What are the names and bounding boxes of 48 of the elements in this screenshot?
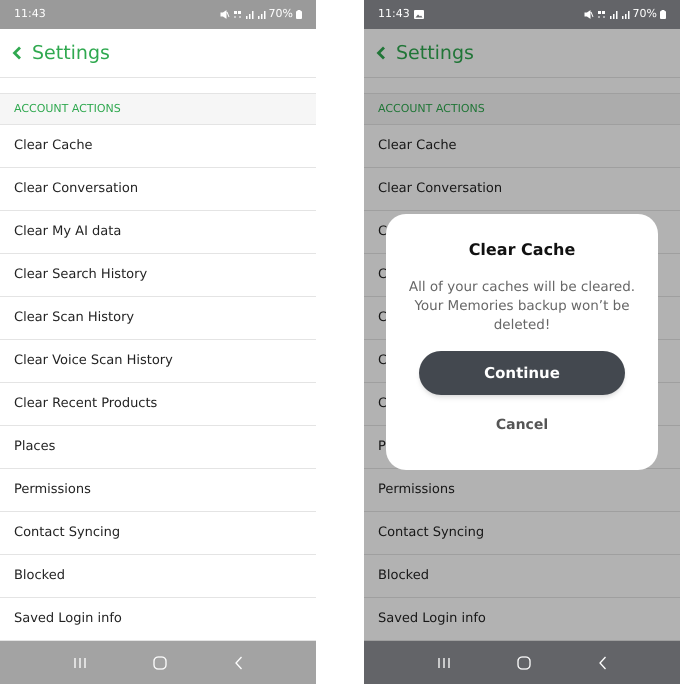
recent-apps-icon[interactable] <box>73 656 88 668</box>
settings-item[interactable]: Permissions <box>0 469 316 512</box>
home-icon[interactable] <box>153 656 168 670</box>
cancel-button[interactable]: Cancel <box>496 415 548 436</box>
network-icon <box>596 10 606 19</box>
network-icon <box>232 10 242 19</box>
settings-item[interactable]: Blocked <box>0 555 316 598</box>
back-button[interactable] <box>12 46 22 60</box>
page-title: Settings <box>32 40 110 66</box>
mute-icon <box>220 10 230 19</box>
settings-item[interactable]: Contact Syncing <box>0 512 316 555</box>
battery-level: 70% <box>632 6 657 22</box>
home-icon[interactable] <box>517 656 532 670</box>
back-icon <box>12 46 22 60</box>
settings-item[interactable]: Clear Scan History <box>0 297 316 340</box>
mute-icon <box>584 10 594 19</box>
settings-item[interactable]: Places <box>0 426 316 469</box>
image-icon <box>414 10 424 19</box>
settings-item[interactable]: Clear Conversation <box>0 168 316 211</box>
continue-button[interactable]: Continue <box>419 351 625 395</box>
section-title: ACCOUNT ACTIONS <box>378 100 485 117</box>
back-icon[interactable] <box>598 656 607 670</box>
settings-item[interactable]: Clear My AI data <box>0 211 316 254</box>
section-title: ACCOUNT ACTIONS <box>14 100 121 117</box>
settings-item[interactable]: Clear Cache <box>364 125 680 168</box>
settings-item[interactable]: Clear Voice Scan History <box>0 340 316 383</box>
signal-icon <box>256 10 266 19</box>
back-button[interactable] <box>376 46 386 60</box>
status-time: 11:43 <box>14 6 46 22</box>
settings-item[interactable]: Clear Search History <box>0 254 316 297</box>
back-icon <box>376 46 386 60</box>
status-time: 11:43 <box>378 6 410 22</box>
battery-icon <box>296 10 302 19</box>
settings-item[interactable]: Clear Cache <box>0 125 316 168</box>
signal-icon <box>620 10 630 19</box>
recent-apps-icon[interactable] <box>437 656 452 668</box>
settings-item[interactable]: Clear Recent Products <box>0 383 316 426</box>
battery-level: 70% <box>268 6 293 22</box>
settings-item[interactable]: Blocked <box>364 555 680 598</box>
settings-item[interactable]: Clear Conversation <box>364 168 680 211</box>
dialog-message: All of your caches will be cleared. Your Memories backup won’t be deleted! <box>408 278 636 335</box>
back-icon[interactable] <box>234 656 243 670</box>
battery-icon <box>660 10 666 19</box>
signal-icon <box>244 10 254 19</box>
page-title: Settings <box>396 40 474 66</box>
dialog-title: Clear Cache <box>468 239 576 261</box>
signal-icon <box>608 10 618 19</box>
settings-item[interactable]: Contact Syncing <box>364 512 680 555</box>
